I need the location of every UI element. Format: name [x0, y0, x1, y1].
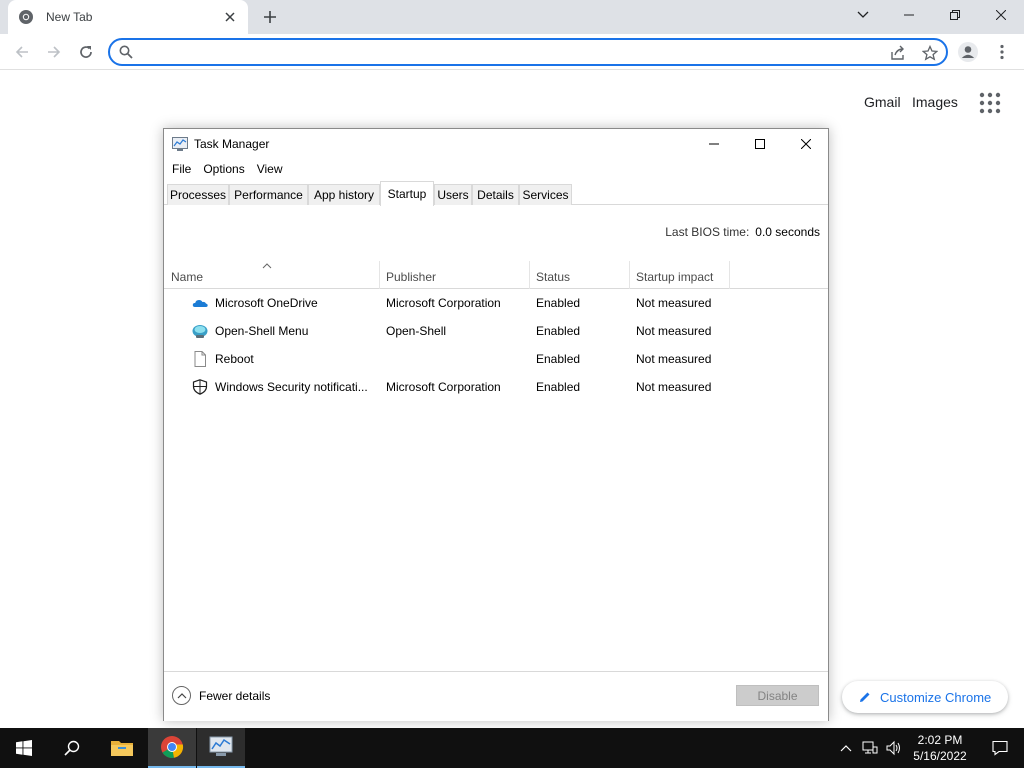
chrome-close-button[interactable]	[978, 0, 1024, 30]
browser-tab-new-tab[interactable]: New Tab	[8, 0, 248, 34]
disable-button[interactable]: Disable	[736, 685, 819, 706]
task-manager-minimize-button[interactable]	[691, 129, 737, 159]
row-status: Enabled	[536, 352, 581, 366]
tab-processes[interactable]: Processes	[167, 184, 229, 205]
task-manager-taskbar-icon[interactable]	[197, 728, 245, 768]
windows-taskbar: 2:02 PM 5/16/2022	[0, 728, 1024, 768]
task-manager-footer: Fewer details Disable	[164, 671, 828, 721]
tab-users[interactable]: Users	[434, 184, 472, 205]
pencil-icon	[860, 692, 870, 702]
chrome-minimize-button[interactable]	[886, 0, 932, 30]
row-status: Enabled	[536, 296, 581, 310]
google-apps-grid-icon[interactable]	[978, 91, 1002, 115]
tab-title: New Tab	[46, 10, 93, 24]
fewer-details-label: Fewer details	[199, 688, 271, 703]
column-header-name[interactable]: Name	[164, 261, 380, 289]
tab-performance[interactable]: Performance	[229, 184, 308, 205]
network-icon[interactable]	[862, 740, 878, 756]
row-impact: Not measured	[636, 296, 712, 310]
bios-value: 0.0 seconds	[755, 225, 820, 239]
blank-file-icon	[194, 351, 206, 367]
shield-icon	[192, 379, 208, 395]
row-impact: Not measured	[636, 324, 712, 338]
images-link[interactable]: Images	[912, 94, 958, 110]
onedrive-icon	[192, 300, 208, 307]
tab-search-chevron-icon[interactable]	[840, 0, 886, 30]
column-header-startup-impact[interactable]: Startup impact	[629, 261, 730, 289]
row-publisher: Open-Shell	[386, 324, 447, 338]
tab-close-icon[interactable]	[222, 9, 238, 25]
row-impact: Not measured	[636, 380, 712, 394]
clock-time: 2:02 PM	[917, 733, 963, 747]
row-publisher: Microsoft Corporation	[386, 296, 501, 310]
column-header-status[interactable]: Status	[529, 261, 630, 289]
clock-date: 5/16/2022	[913, 749, 967, 763]
tab-app-history[interactable]: App history	[308, 184, 380, 205]
chrome-taskbar-icon[interactable]	[148, 728, 196, 768]
tab-services[interactable]: Services	[519, 184, 572, 205]
chrome-titlebar: New Tab	[0, 0, 1024, 34]
gmail-link[interactable]: Gmail	[864, 94, 901, 110]
task-manager-window: Task Manager File Options View Processes…	[163, 128, 829, 721]
share-icon[interactable]	[890, 45, 906, 61]
row-name: Windows Security notificati...	[215, 380, 368, 394]
row-status: Enabled	[536, 324, 581, 338]
row-name: Reboot	[215, 352, 254, 366]
bios-label: Last BIOS time:	[665, 225, 750, 239]
taskbar-search-icon[interactable]	[48, 728, 96, 768]
action-center-notification-icon[interactable]	[976, 728, 1024, 768]
row-status: Enabled	[536, 380, 581, 394]
search-icon	[119, 45, 133, 59]
open-shell-icon	[192, 325, 208, 338]
chrome-menu-kebab-icon[interactable]	[990, 40, 1014, 64]
show-hidden-icons-chevron-icon[interactable]	[838, 740, 854, 756]
start-windows-icon[interactable]	[0, 728, 48, 768]
taskbar-clock[interactable]: 2:02 PM 5/16/2022	[908, 732, 972, 764]
last-bios-time: Last BIOS time: 0.0 seconds	[665, 225, 820, 239]
row-name: Microsoft OneDrive	[215, 296, 318, 310]
menu-view[interactable]: View	[251, 162, 289, 176]
tab-startup[interactable]: Startup	[380, 181, 434, 206]
forward-arrow-icon[interactable]	[40, 38, 68, 66]
chrome-favicon-icon	[19, 10, 33, 24]
task-manager-maximize-button[interactable]	[737, 129, 783, 159]
table-row[interactable]: Open-Shell Menu Open-Shell Enabled Not m…	[164, 317, 828, 345]
volume-speaker-icon[interactable]	[886, 740, 902, 756]
reload-icon[interactable]	[72, 38, 100, 66]
customize-chrome-button[interactable]: Customize Chrome	[842, 681, 1008, 713]
omnibox[interactable]	[108, 38, 948, 66]
table-row[interactable]: Windows Security notificati... Microsoft…	[164, 373, 828, 401]
startup-table-header: Name Publisher Status Startup impact	[164, 261, 828, 289]
address-input[interactable]	[140, 43, 880, 61]
chrome-toolbar	[0, 34, 1024, 70]
chrome-restore-button[interactable]	[932, 0, 978, 30]
profile-avatar-icon[interactable]	[956, 40, 980, 64]
column-header-publisher[interactable]: Publisher	[379, 261, 530, 289]
fewer-details-button[interactable]: Fewer details	[172, 686, 270, 705]
customize-chrome-label: Customize Chrome	[880, 689, 992, 705]
chevron-up-icon	[172, 686, 191, 705]
task-manager-close-button[interactable]	[783, 129, 829, 159]
file-explorer-folder-icon[interactable]	[98, 728, 146, 768]
row-publisher: Microsoft Corporation	[386, 380, 501, 394]
menu-options[interactable]: Options	[197, 162, 250, 176]
task-manager-titlebar[interactable]: Task Manager	[164, 129, 828, 159]
row-name: Open-Shell Menu	[215, 324, 309, 338]
back-arrow-icon[interactable]	[8, 38, 36, 66]
task-manager-title: Task Manager	[194, 137, 270, 151]
task-manager-menubar: File Options View	[164, 159, 828, 179]
table-row[interactable]: Microsoft OneDrive Microsoft Corporation…	[164, 289, 828, 317]
tab-details[interactable]: Details	[472, 184, 519, 205]
menu-file[interactable]: File	[166, 162, 197, 176]
table-row[interactable]: Reboot Enabled Not measured	[164, 345, 828, 373]
new-tab-button[interactable]	[258, 6, 282, 28]
task-manager-tabs: Processes Performance App history Startu…	[164, 181, 828, 206]
row-impact: Not measured	[636, 352, 712, 366]
task-manager-app-icon	[172, 137, 188, 151]
bookmark-star-icon[interactable]	[922, 45, 938, 61]
